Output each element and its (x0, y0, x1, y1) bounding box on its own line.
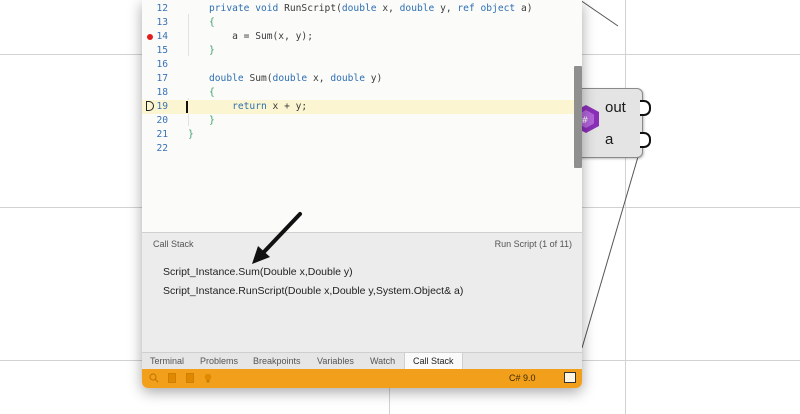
code-line[interactable]: 20} (142, 114, 574, 128)
script-editor-window[interactable]: 12 private void RunScript(double x, doubl… (142, 0, 582, 388)
language-version[interactable]: C# 9.0 (509, 373, 536, 383)
code-line[interactable]: 14 a = Sum(x, y); (142, 30, 574, 44)
code-text: a = Sum(x, y); (209, 31, 313, 42)
line-number[interactable]: 17 (142, 72, 168, 86)
tab-breakpoints[interactable]: Breakpoints (253, 353, 301, 370)
svg-text:#: # (581, 116, 589, 126)
output-port-a[interactable] (640, 132, 651, 148)
code-text: } (209, 115, 215, 126)
code-text: private void RunScript(double x, double … (209, 3, 533, 14)
tab-watch[interactable]: Watch (370, 353, 395, 370)
line-number[interactable]: 12 (142, 2, 168, 16)
code-line[interactable]: 12 private void RunScript(double x, doubl… (142, 2, 574, 16)
panel-title: Call Stack (153, 239, 194, 249)
run-script-counter: Run Script (1 of 11) (494, 239, 572, 249)
line-number[interactable]: 21 (142, 128, 168, 142)
tab-call-stack[interactable]: Call Stack (404, 353, 463, 370)
line-number[interactable]: 13 (142, 16, 168, 30)
code-line[interactable]: 15} (142, 44, 574, 58)
output-label-out: out (605, 99, 626, 116)
code-text: return x + y; (232, 101, 308, 112)
code-line[interactable]: 22 (142, 142, 574, 156)
code-line[interactable]: 18 { (142, 86, 574, 100)
status-bar: C# 9.0 (142, 369, 582, 388)
line-number[interactable]: 22 (142, 142, 168, 156)
output-label-a: a (605, 131, 614, 148)
tab-variables[interactable]: Variables (317, 353, 354, 370)
output-port-out[interactable] (640, 100, 651, 116)
panel-tab-bar: Terminal Problems Breakpoints Variables … (142, 352, 582, 370)
code-text: } (209, 45, 215, 56)
line-number[interactable]: 18 (142, 86, 168, 100)
code-text: } (188, 129, 194, 140)
call-stack-item[interactable]: Script_Instance.RunScript(Double x,Doubl… (163, 285, 463, 297)
document-icon[interactable] (185, 373, 195, 383)
tab-terminal[interactable]: Terminal (150, 353, 184, 370)
code-line[interactable]: 16 (142, 58, 574, 72)
line-number[interactable]: 14 (142, 30, 168, 44)
code-editor[interactable]: 12 private void RunScript(double x, doubl… (142, 0, 582, 232)
call-stack-item[interactable]: Script_Instance.Sum(Double x,Double y) (163, 266, 353, 278)
breakpoint-marker[interactable] (147, 34, 153, 40)
code-line[interactable]: 17 double Sum(double x, double y) (142, 72, 574, 86)
line-number[interactable]: 16 (142, 58, 168, 72)
code-line[interactable]: 21} (142, 128, 574, 142)
text-caret (186, 101, 188, 113)
bulb-icon[interactable] (203, 373, 213, 383)
code-line[interactable]: 19 return x + y; (142, 100, 574, 114)
panel-toggle-button[interactable] (564, 372, 576, 383)
search-icon[interactable] (149, 373, 159, 383)
line-number[interactable]: 15 (142, 44, 168, 58)
code-text: { (209, 17, 215, 28)
document-icon[interactable] (167, 373, 177, 383)
code-line[interactable]: 13 { (142, 16, 574, 30)
annotation-arrow (252, 212, 302, 264)
call-stack-panel: Call Stack Run Script (1 of 11) Script_I… (142, 232, 582, 353)
editor-scrollbar[interactable] (574, 66, 582, 168)
line-number[interactable]: 20 (142, 114, 168, 128)
code-text: { (209, 87, 215, 98)
code-text: double Sum(double x, double y) (209, 73, 383, 84)
tab-problems[interactable]: Problems (200, 353, 238, 370)
